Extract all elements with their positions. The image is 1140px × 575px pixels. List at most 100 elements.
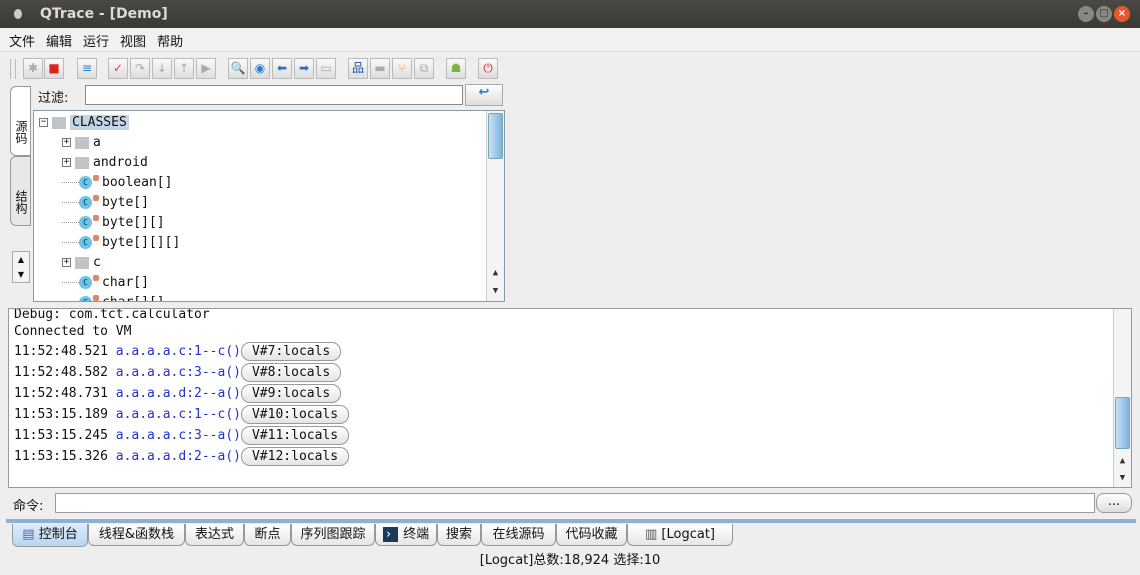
scroll-down-icon[interactable]: ▼ xyxy=(1114,470,1131,486)
scroll-up-icon[interactable]: ▲ xyxy=(487,265,504,281)
menu-2[interactable]: 运行 xyxy=(74,28,109,50)
menu-4[interactable]: 帮助 xyxy=(148,28,183,50)
tree-node[interactable]: Cbyte[][][] xyxy=(62,233,180,253)
locals-button[interactable]: V#10:locals xyxy=(240,405,350,424)
power-button[interactable]: ⏻ xyxy=(478,58,498,79)
tree-node[interactable]: + android xyxy=(62,153,148,173)
tree-node[interactable]: Cbyte[][] xyxy=(62,213,165,233)
side-tab-structure[interactable]: 结构 xyxy=(10,156,31,226)
command-input[interactable] xyxy=(55,493,1095,513)
trace-method-link[interactable]: a.a.a.a.d:2--a() xyxy=(116,386,241,401)
zoom-button[interactable]: 🔍 xyxy=(228,58,248,79)
side-tab-label: 结构 xyxy=(14,190,28,214)
play-button[interactable]: ▶ xyxy=(196,58,216,79)
class-icon: C xyxy=(79,235,99,249)
console-scroll-thumb[interactable] xyxy=(1115,397,1130,449)
windows-button[interactable]: ⧉ xyxy=(414,58,434,79)
menu-0[interactable]: 文件 xyxy=(0,28,35,50)
tab-1[interactable]: 线程&函数栈 xyxy=(88,524,185,546)
menu-3[interactable]: 视图 xyxy=(111,28,146,50)
console-trace-row: 11:53:15.189 a.a.a.a.c:1--c() V#10:locals xyxy=(14,404,350,425)
minimize-button[interactable]: – xyxy=(1078,6,1094,22)
tree-node[interactable]: + a xyxy=(62,133,101,153)
tree-node[interactable]: Cchar[][] xyxy=(62,293,165,301)
forward-arrow-button[interactable]: ➡ xyxy=(294,58,314,79)
tree-node[interactable]: Cboolean[] xyxy=(62,173,172,193)
scroll-up-icon[interactable]: ▲ xyxy=(1114,453,1131,469)
maximize-button[interactable]: □ xyxy=(1096,6,1112,22)
tree-node[interactable]: Cchar[] xyxy=(62,273,149,293)
hierarchy-button[interactable]: 品 xyxy=(348,58,368,79)
menu-1[interactable]: 编辑 xyxy=(37,28,72,50)
tab-0[interactable]: ▤ 控制台 xyxy=(12,524,88,547)
tree-node[interactable]: + c xyxy=(62,253,101,273)
locals-button[interactable]: V#8:locals xyxy=(240,363,342,382)
window-title: QTrace - [Demo] xyxy=(40,6,168,22)
splitter[interactable] xyxy=(6,519,1136,523)
step-into-button[interactable]: ↓ xyxy=(152,58,172,79)
trace-method-link[interactable]: a.a.a.a.c:3--a() xyxy=(116,365,241,380)
tab-7[interactable]: 在线源码 xyxy=(481,524,556,546)
side-tab-source[interactable]: 源码 xyxy=(10,86,31,156)
locals-button[interactable]: V#7:locals xyxy=(240,342,342,361)
bug-button[interactable]: ✱ xyxy=(23,58,43,79)
console-output: Debug: com.tct.calculator Connected to V… xyxy=(8,308,1132,488)
expand-icon[interactable]: + xyxy=(62,258,71,267)
trace-method-link[interactable]: a.a.a.a.c:1--c() xyxy=(116,344,241,359)
filter-apply-button[interactable]: ↩ xyxy=(465,84,503,106)
back-arrow-button[interactable]: ⬅ xyxy=(272,58,292,79)
tree-connector xyxy=(62,182,79,183)
tab-9[interactable]: ▥ [Logcat] xyxy=(627,524,733,546)
step-over-icon: ↷ xyxy=(134,61,146,75)
android-button[interactable]: ☗ xyxy=(446,58,466,79)
tree-scroll-thumb[interactable] xyxy=(488,113,503,159)
trace-method-link[interactable]: a.a.a.a.c:3--a() xyxy=(116,428,241,443)
globe-search-button[interactable]: ◉ xyxy=(250,58,270,79)
step-out-button[interactable]: ↑ xyxy=(174,58,194,79)
tab-8[interactable]: 代码收藏 xyxy=(556,524,627,546)
filter-input[interactable] xyxy=(85,85,463,105)
step-over-button[interactable]: ↷ xyxy=(130,58,150,79)
console-scrollbar[interactable]: ▲ ▼ xyxy=(1113,309,1131,487)
toolbar-grip[interactable] xyxy=(10,59,16,79)
class-tree: − CLASSES + a + android Cboolean[] Cbyte[] Cbyte… xyxy=(33,110,505,302)
monitor-button[interactable]: ▬ xyxy=(370,58,390,79)
tree-connector xyxy=(62,242,79,243)
filter-label: 过滤: xyxy=(38,91,69,106)
branch-button[interactable]: ⑂ xyxy=(392,58,412,79)
trace-time: 11:53:15.326 xyxy=(14,449,108,464)
bottom-tabs: ▤ 控制台 线程&函数栈 表达式 断点 序列图跟踪 › 终端 搜索 在线源码 代码收藏 ▥ [Lo… xyxy=(10,524,750,548)
trace-method-link[interactable]: a.a.a.a.c:1--c() xyxy=(116,407,241,422)
window-button[interactable]: ▭ xyxy=(316,58,336,79)
tree-node[interactable]: Cbyte[] xyxy=(62,193,149,213)
tab-label: 序列图跟踪 xyxy=(300,527,366,542)
locals-button[interactable]: V#11:locals xyxy=(240,426,350,445)
windows-icon: ⧉ xyxy=(419,61,429,75)
command-row: 命令: ... xyxy=(8,490,1132,516)
tab-6[interactable]: 搜索 xyxy=(437,524,481,546)
close-button[interactable]: × xyxy=(1114,6,1130,22)
tree-node-label: android xyxy=(93,155,148,170)
check-button[interactable]: ✓ xyxy=(108,58,128,79)
tab-2[interactable]: 表达式 xyxy=(185,524,244,546)
collapse-icon[interactable]: − xyxy=(39,118,48,127)
tab-5[interactable]: › 终端 xyxy=(375,524,437,546)
locals-button[interactable]: V#9:locals xyxy=(240,384,342,403)
stop-record-button[interactable]: ■ xyxy=(44,58,64,79)
branch-icon: ⑂ xyxy=(398,61,406,75)
tab-4[interactable]: 序列图跟踪 xyxy=(291,524,375,546)
locals-button[interactable]: V#12:locals xyxy=(240,447,350,466)
bug-icon: ✱ xyxy=(27,61,39,75)
side-tabs-scroll[interactable]: ▲ ▼ xyxy=(12,251,30,283)
tree-node[interactable]: − CLASSES xyxy=(39,113,129,133)
expand-icon[interactable]: + xyxy=(62,158,71,167)
command-more-button[interactable]: ... xyxy=(1096,493,1132,513)
trace-time: 11:52:48.521 xyxy=(14,344,108,359)
expand-icon[interactable]: + xyxy=(62,138,71,147)
console-line: Connected to VM xyxy=(14,324,132,339)
tab-3[interactable]: 断点 xyxy=(244,524,291,546)
tree-scrollbar[interactable]: ▲ ▼ xyxy=(486,111,504,301)
trace-method-link[interactable]: a.a.a.a.d:2--a() xyxy=(116,449,241,464)
database-button[interactable]: ≡ xyxy=(77,58,97,79)
scroll-down-icon[interactable]: ▼ xyxy=(487,283,504,299)
